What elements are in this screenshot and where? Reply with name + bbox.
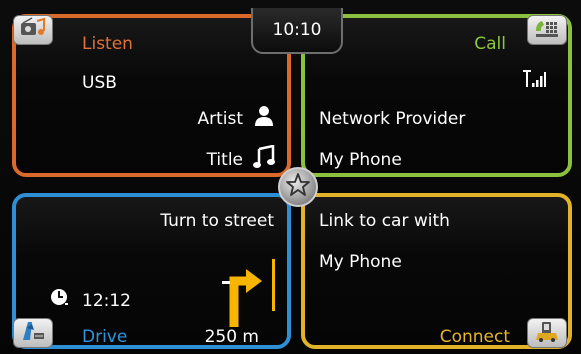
listen-panel[interactable]: Listen USB Artist Title [12,14,291,177]
phone-car-icon [534,320,560,346]
listen-source: USB [82,73,117,93]
call-phone-name: My Phone [319,150,402,170]
connect-phone-name: My Phone [319,252,402,272]
phone-keypad-icon [534,17,560,43]
drive-title: Drive [82,327,128,347]
clock-icon [50,288,70,312]
turn-distance: 250 m [204,327,259,347]
call-button[interactable] [527,15,567,45]
link-to-car-text: Link to car with [319,211,450,231]
person-icon [254,105,274,131]
title-label: Title [206,150,243,170]
arrival-time: 12:12 [82,291,131,311]
artist-label: Artist [197,109,243,129]
favorites-button[interactable] [278,167,318,207]
listen-button[interactable] [13,15,53,45]
navigation-icon [20,320,46,346]
star-icon [285,172,311,202]
radio-music-icon [20,17,46,43]
connect-title: Connect [439,327,510,347]
call-title: Call [474,34,506,54]
drive-button[interactable] [13,318,53,348]
turn-right-arrow-icon [218,257,278,331]
listen-title: Listen [82,34,133,54]
signal-strength-icon [522,70,546,92]
home-screen: Listen USB Artist Title Call Network Pro… [0,0,581,354]
connect-button[interactable] [527,318,567,348]
drive-panel[interactable]: Turn to street 12:12 Drive 250 m [12,193,291,349]
turn-instruction: Turn to street [160,211,274,231]
network-provider: Network Provider [319,109,466,129]
music-note-icon [253,144,275,173]
status-clock: 10:10 [251,8,343,54]
